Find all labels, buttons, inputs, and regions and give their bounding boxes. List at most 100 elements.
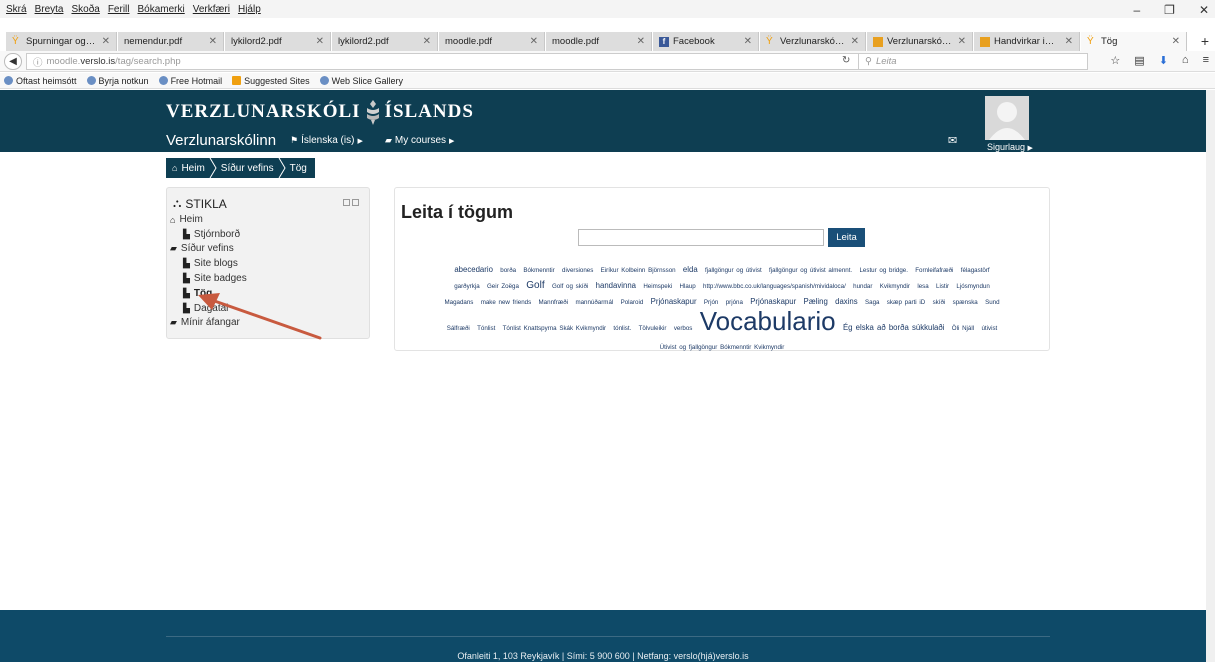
tag-search-button[interactable]: Leita [828, 228, 865, 247]
sidebar-item-site-badges[interactable]: ▙ Site badges [183, 273, 247, 284]
url-bar[interactable]: ⓘ moodle. verslo.is/tag/search.php [26, 53, 896, 70]
tab-spurningar[interactable]: Ÿ Spurningar og svö... ✕ [6, 32, 117, 51]
tag-link[interactable]: diversiones [562, 267, 593, 274]
maximize-button[interactable]: ❐ [1164, 3, 1175, 17]
tab-close-icon[interactable]: ✕ [316, 36, 324, 47]
tag-link[interactable]: http://www.bbc.co.uk/languages/spanish/m… [703, 283, 846, 290]
tag-link[interactable]: félagastörf [961, 267, 990, 274]
back-button[interactable]: ◀ [4, 53, 22, 70]
dock-block-icon[interactable] [343, 199, 350, 206]
language-menu[interactable]: ⚑ Íslenska (is) ▶ [290, 135, 363, 146]
tag-link[interactable]: make new friends [481, 299, 532, 306]
tag-link[interactable]: verbos [674, 325, 693, 332]
hamburger-menu-icon[interactable]: ≡ [1203, 54, 1209, 67]
bookmark-free-hotmail[interactable]: Free Hotmail [158, 76, 222, 86]
my-courses-menu[interactable]: ▰ My courses ▶ [385, 135, 454, 146]
tab-nemendur[interactable]: nemendur.pdf ✕ [118, 32, 224, 51]
sidebar-item-site-blogs[interactable]: ▙ Site blogs [183, 258, 238, 269]
breadcrumb-item-site-pages[interactable]: Síður vefins [221, 163, 274, 174]
tag-link[interactable]: Eiríkur Kolbeinn Björnsson [601, 267, 676, 274]
bookmarks-list-icon[interactable]: ▤ [1134, 54, 1144, 67]
tag-link[interactable]: Prjónaskapur [651, 297, 697, 306]
tab-close-icon[interactable]: ✕ [1172, 36, 1180, 47]
tab-close-icon[interactable]: ✕ [637, 36, 645, 47]
tab-close-icon[interactable]: ✕ [1065, 36, 1073, 47]
tag-link[interactable]: lesa [917, 283, 928, 290]
download-icon[interactable]: ⬇ [1159, 54, 1168, 67]
tag-link[interactable]: Tónlist Knattspyrna Skák Kvikmyndir [503, 325, 606, 332]
tag-link[interactable]: Golf og skíði [552, 283, 588, 290]
tag-link[interactable]: Tölvuleikir [639, 325, 667, 332]
tag-link[interactable]: garðyrkja [454, 283, 479, 290]
site-logo[interactable]: VERZLUNARSKÓLI ÍSLANDS [166, 98, 474, 126]
tag-link[interactable]: borða [500, 267, 516, 274]
page-scrollbar[interactable] [1206, 90, 1215, 662]
tag-link[interactable]: Mannfræði [539, 299, 569, 306]
sidebar-item-site-pages[interactable]: ▰ Síður vefins [170, 243, 234, 254]
tag-link[interactable]: hundar [853, 283, 872, 290]
tag-link[interactable]: Sálfræði [447, 325, 470, 332]
tag-link[interactable]: fjallgöngur og útivist [705, 267, 762, 274]
tag-link[interactable]: Pæling [804, 297, 828, 306]
tag-link[interactable]: prjóna [726, 299, 743, 306]
tab-tog[interactable]: Ÿ Tög ✕ [1081, 32, 1187, 51]
tab-close-icon[interactable]: ✕ [423, 36, 431, 47]
bookmark-star-icon[interactable]: ☆ [1110, 54, 1120, 67]
tab-close-icon[interactable]: ✕ [744, 36, 752, 47]
collapse-block-icon[interactable] [352, 199, 359, 206]
tab-verzlunarskoli-a[interactable]: Ÿ Verzlunarskóli Ísla... ✕ [760, 32, 866, 51]
browser-search-input[interactable]: ⚲ Leita [858, 53, 1088, 70]
tab-moodle-pdf-a[interactable]: moodle.pdf ✕ [439, 32, 545, 51]
reload-icon[interactable]: ↻ [842, 55, 850, 66]
tag-link[interactable]: Prjónaskapur [750, 297, 796, 306]
menu-edit[interactable]: Breyta [35, 4, 64, 15]
sidebar-item-home[interactable]: ⌂ Heim [170, 214, 203, 225]
tab-verzlunarskoli-b[interactable]: Verzlunarskóli Ísla... ✕ [867, 32, 973, 51]
tag-link[interactable]: Útivist og fjallgöngur Bókmenntir Kvikmy… [660, 344, 785, 351]
tab-close-icon[interactable]: ✕ [102, 36, 110, 47]
tag-search-input[interactable] [578, 229, 824, 246]
bookmark-suggested-sites[interactable]: Suggested Sites [232, 76, 310, 86]
tab-close-icon[interactable]: ✕ [530, 36, 538, 47]
site-name-link[interactable]: Verzlunarskólinn [166, 132, 276, 149]
tag-link[interactable]: Polaroid [621, 299, 644, 306]
tag-link[interactable]: Tónlist [477, 325, 495, 332]
menu-view[interactable]: Skoða [71, 4, 99, 15]
tag-link[interactable]: Fornleifafræði [915, 267, 953, 274]
tag-link[interactable]: Ég elska að borða súkkulaði [843, 323, 945, 332]
breadcrumb-item-home[interactable]: Heim [181, 163, 204, 174]
menu-file[interactable]: Skrá [6, 4, 27, 15]
tag-link[interactable]: Vocabulario [700, 306, 836, 336]
tag-link[interactable]: Sund [985, 299, 999, 306]
tag-link[interactable]: Geir Zoëga [487, 283, 519, 290]
tag-link[interactable]: Listir [936, 283, 949, 290]
tag-link[interactable]: elda [683, 265, 698, 274]
avatar[interactable] [985, 96, 1029, 140]
tag-link[interactable]: skíði [933, 299, 946, 306]
new-tab-button[interactable]: + [1201, 33, 1209, 49]
home-icon[interactable]: ⌂ [1182, 54, 1189, 67]
sidebar-item-calendar[interactable]: ▙ Dagatal [183, 303, 228, 314]
tag-link[interactable]: útivist [981, 325, 997, 332]
tag-link[interactable]: Magadans [444, 299, 473, 306]
tab-lykilord2-a[interactable]: lykilord2.pdf ✕ [225, 32, 331, 51]
minimize-button[interactable]: – [1133, 3, 1140, 17]
tag-link[interactable]: Hlaup [680, 283, 696, 290]
bookmark-web-slice-gallery[interactable]: Web Slice Gallery [319, 76, 403, 86]
close-window-button[interactable]: ✕ [1199, 3, 1209, 17]
tag-link[interactable]: fjallgöngur og útivist almennt. [769, 267, 852, 274]
menu-history[interactable]: Ferill [108, 4, 130, 15]
envelope-icon[interactable]: ✉ [948, 134, 957, 147]
tag-link[interactable]: skæp parti iD [887, 299, 925, 306]
tag-link[interactable]: abecedario [454, 265, 493, 274]
menu-bookmarks[interactable]: Bókamerki [138, 4, 185, 15]
sidebar-item-dashboard[interactable]: ▙ Stjórnborð [183, 229, 240, 240]
tag-link[interactable]: Prjón [704, 299, 718, 306]
tag-link[interactable]: Kvikmyndir [880, 283, 910, 290]
tab-close-icon[interactable]: ✕ [958, 36, 966, 47]
tab-facebook[interactable]: f Facebook ✕ [653, 32, 759, 51]
user-menu[interactable]: Sigurlaug ▶ [987, 142, 1033, 152]
tag-link[interactable]: Lestur og bridge. [859, 267, 907, 274]
tab-close-icon[interactable]: ✕ [209, 36, 217, 47]
bookmark-most-visited[interactable]: Oftast heimsótt [4, 76, 77, 86]
